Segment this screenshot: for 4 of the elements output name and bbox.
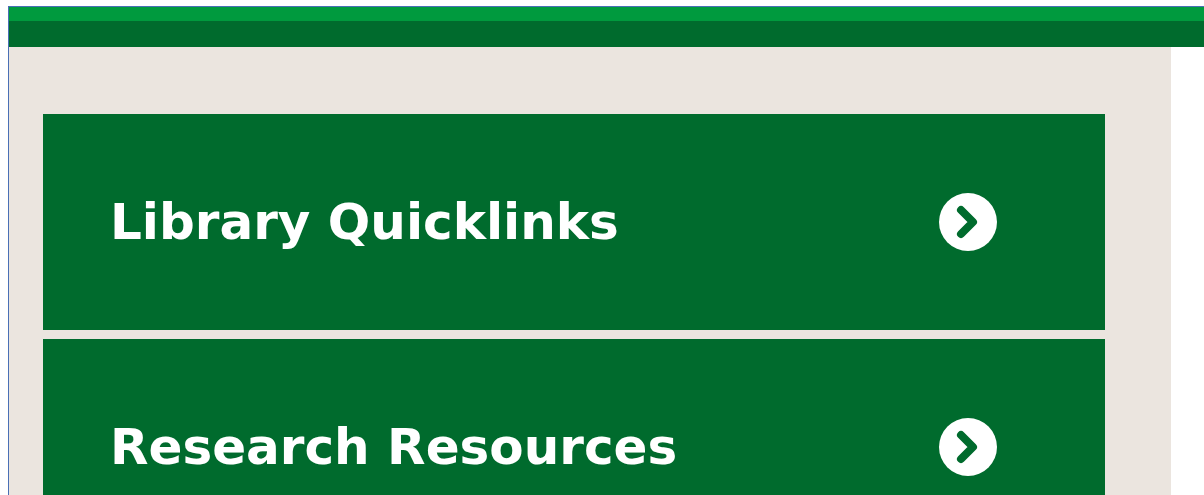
quicklink-card[interactable]: Library Quicklinks xyxy=(43,114,1105,330)
chevron-right-circle-icon xyxy=(939,418,997,476)
chevron-right-circle-icon xyxy=(939,193,997,251)
quicklink-card[interactable]: Research Resources xyxy=(43,339,1105,495)
